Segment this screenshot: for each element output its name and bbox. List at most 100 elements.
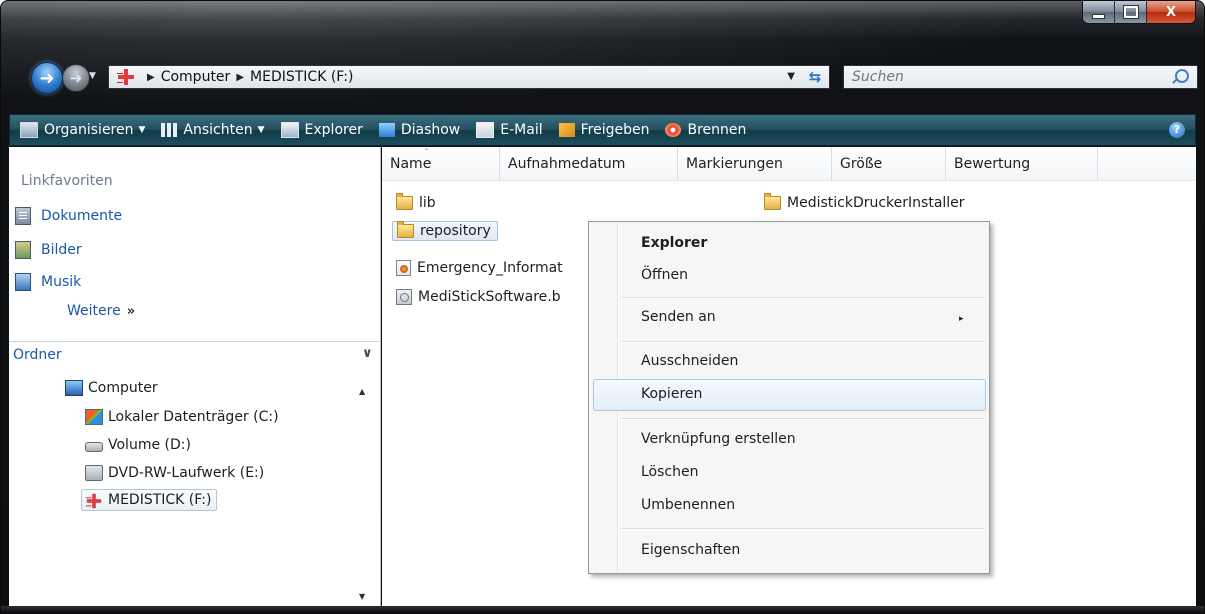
address-dropdown-icon[interactable]: ▼ [787,71,795,82]
file-name: Emergency_Informat [417,260,563,276]
share-icon [558,123,575,137]
more-favorites-link[interactable]: Weitere » [67,303,135,319]
folder-icon [397,221,414,238]
forward-arrow-icon: ➜ [69,69,83,87]
chevron-down-icon: ▼ [138,125,146,135]
sidebar-item-label: Dokumente [41,208,123,224]
menu-item-delete[interactable]: Löschen [641,464,698,480]
tree-item-computer[interactable]: Computer [65,380,158,396]
pictures-icon [15,241,31,259]
menu-item-properties[interactable]: Eigenschaften [641,542,740,558]
column-header-date[interactable]: Aufnahmedatum [500,147,678,181]
favorites-title: Linkfavoriten [21,173,113,189]
menu-separator [621,341,985,343]
search-icon[interactable] [1175,69,1189,83]
folder-icon [396,193,413,210]
windows-drive-icon [85,409,103,425]
column-header-tags[interactable]: Markierungen [678,147,832,181]
sidebar-item-documents[interactable]: Dokumente [15,207,122,225]
tree-item-label: DVD-RW-Laufwerk (E:) [108,465,265,481]
html-file-icon [396,260,411,276]
toolbar-explorer[interactable]: Explorer [280,122,363,138]
sort-ascending-icon: ˆ [424,148,429,159]
menu-item-open[interactable]: Öffnen [641,267,688,283]
toolbar-slideshow-label: Diashow [400,122,461,138]
address-bar[interactable]: ▶ Computer ▶ MEDISTICK (F:) ▼ [108,65,830,89]
recent-pages-dropdown[interactable]: ▼ [89,71,99,83]
menu-item-cut[interactable]: Ausschneiden [641,353,738,369]
minimize-icon [1092,13,1105,19]
tree-item-label: Volume (D:) [108,437,191,453]
column-header-label: Größe [840,156,883,172]
menu-item-rename[interactable]: Umbenennen [641,497,735,513]
file-item-lib[interactable]: lib [396,193,436,211]
toolbar-email[interactable]: E-Mail [476,122,543,138]
menu-item-send-to[interactable]: Senden an [641,309,716,325]
caption-buttons: X [1082,1,1196,24]
tree-item-drive-c[interactable]: Lokaler Datenträger (C:) [85,409,279,425]
toolbar-explorer-label: Explorer [304,122,363,138]
toolbar-share[interactable]: Freigeben [558,122,649,138]
refresh-button[interactable]: ⇆ [800,66,830,88]
column-header-name[interactable]: Name ˆ [382,147,500,181]
toolbar-burn[interactable]: Brennen [665,122,746,138]
toolbar-email-label: E-Mail [500,122,543,138]
file-name: lib [419,195,436,211]
file-name: MediStickSoftware.b [418,289,561,305]
toolbar-organize[interactable]: Organisieren ▼ [20,122,145,138]
tree-item-drive-e[interactable]: DVD-RW-Laufwerk (E:) [85,465,264,481]
toolbar-slideshow[interactable]: Diashow [378,122,461,138]
folders-header[interactable]: Ordner ∨ [9,341,380,366]
toolbar-views[interactable]: Ansichten ▼ [161,122,265,138]
column-header-size[interactable]: Größe [832,147,946,181]
file-item-medisticksoftware[interactable]: MediStickSoftware.b [396,289,561,305]
forward-button[interactable]: ➜ [62,64,90,92]
breadcrumb-medistick[interactable]: MEDISTICK (F:) [250,69,353,85]
folder-icon [764,193,781,210]
tree-item-drive-f[interactable]: MEDISTICK (F:) [81,489,218,511]
documents-icon [15,207,31,225]
chevron-down-icon[interactable]: ∨ [362,346,373,361]
menu-item-create-shortcut[interactable]: Verknüpfung erstellen [641,431,796,447]
computer-icon [65,380,83,396]
email-icon [476,122,495,138]
back-button[interactable]: ➜ [31,62,63,94]
minimize-button[interactable] [1083,1,1115,23]
menu-item-explorer[interactable]: Explorer [641,235,707,251]
toolbar-views-label: Ansichten [183,122,253,138]
scroll-up-icon[interactable]: ▲ [359,387,365,396]
help-icon[interactable]: ? [1169,122,1185,138]
column-header-label: Bewertung [954,156,1031,172]
maximize-button[interactable] [1115,1,1147,23]
column-header-empty [1098,147,1196,181]
sidebar-item-music[interactable]: Musik [15,273,81,291]
more-favorites-label: Weitere [67,303,121,319]
breadcrumb-computer[interactable]: Computer [161,69,231,85]
scroll-down-icon[interactable]: ▼ [359,592,365,601]
column-header-label: Markierungen [686,156,783,172]
close-button[interactable]: X [1147,1,1195,23]
sidebar-item-pictures[interactable]: Bilder [15,241,82,259]
slideshow-icon [378,123,395,137]
refresh-icon: ⇆ [808,68,822,86]
search-input[interactable] [844,68,1154,86]
hard-drive-icon [85,442,103,452]
back-arrow-icon: ➜ [39,67,55,89]
tree-item-label: MEDISTICK (F:) [108,492,212,508]
breadcrumb-separator-icon[interactable]: ▶ [147,72,155,83]
toolbar-organize-label: Organisieren [44,122,134,138]
submenu-arrow-icon: ▸ [959,314,964,324]
medistick-drive-icon [117,68,135,86]
organize-icon [20,122,38,138]
file-name: repository [420,223,491,239]
file-item-repository[interactable]: repository [392,221,498,241]
tree-item-drive-d[interactable]: Volume (D:) [85,437,191,453]
navigation-pane: Linkfavoriten Dokumente Bilder Musik Wei… [9,147,381,608]
column-header-rating[interactable]: Bewertung [946,147,1098,181]
music-icon [15,273,31,291]
menu-item-copy[interactable]: Kopieren [641,386,702,402]
file-item-medistickdruckerinstaller[interactable]: MedistickDruckerInstaller [764,193,965,211]
folders-title: Ordner [13,347,62,363]
breadcrumb-separator-icon[interactable]: ▶ [236,72,244,83]
file-item-emergency[interactable]: Emergency_Informat [396,260,563,276]
